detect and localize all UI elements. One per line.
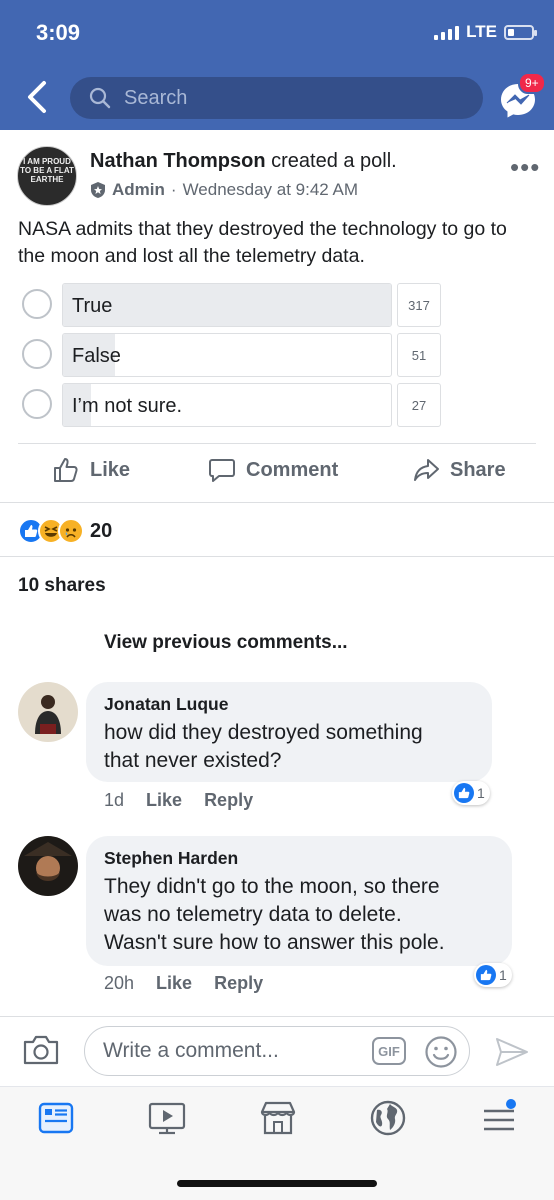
poll-option[interactable]: True 317: [20, 283, 450, 327]
poll-radio[interactable]: [22, 339, 52, 369]
comment-likes-value: 1: [499, 967, 507, 983]
poll-option-bar[interactable]: True: [62, 283, 392, 327]
divider: [18, 443, 536, 444]
shield-icon: [91, 182, 105, 198]
comment-text-line: that never existed?: [104, 749, 282, 772]
back-icon[interactable]: [22, 80, 52, 114]
network-label: LTE: [466, 22, 497, 41]
search-icon: [89, 87, 111, 109]
send-icon[interactable]: [494, 1036, 530, 1068]
poll-option-bar[interactable]: False: [62, 333, 392, 377]
comment-like-button[interactable]: Like: [156, 973, 192, 994]
poll-radio[interactable]: [22, 389, 52, 419]
comment-likes-value: 1: [477, 785, 485, 801]
like-label: Like: [90, 458, 131, 481]
comment-like-count[interactable]: 1: [474, 963, 512, 987]
signal-icon: [434, 25, 460, 40]
reaction-count: 20: [90, 519, 113, 542]
commenter-name[interactable]: Stephen Harden: [104, 848, 494, 869]
comment-icon: [209, 459, 235, 482]
status-indicators: LTE: [434, 22, 537, 42]
more-options-icon[interactable]: •••: [510, 152, 540, 183]
post-action: created a poll.: [265, 150, 397, 172]
poll-vote-count[interactable]: 27: [397, 383, 441, 427]
commenter-name[interactable]: Jonatan Luque: [104, 694, 474, 715]
view-previous-comments[interactable]: View previous comments...: [104, 632, 348, 654]
avatar-text: I AM PROUD TO BE A FLAT EARTHE: [20, 157, 74, 184]
search-placeholder: Search: [124, 86, 188, 109]
emoji-icon[interactable]: [424, 1035, 458, 1069]
comment-text-line: Wasn't sure how to answer this pole.: [104, 931, 445, 954]
poll-option-label: False: [72, 345, 121, 367]
share-icon: [414, 459, 439, 481]
post-headline: Nathan Thompson created a poll.: [90, 150, 397, 173]
thumbs-up-icon: [454, 783, 474, 803]
comment-bubble[interactable]: Jonatan Luque how did they destroyed som…: [86, 682, 492, 782]
post-time[interactable]: Wednesday at 9:42 AM: [183, 180, 358, 200]
poll-option[interactable]: False 51: [20, 333, 450, 377]
sad-reaction-icon: [58, 518, 84, 544]
poll-option-label: True: [72, 295, 113, 317]
divider: [0, 1016, 554, 1017]
comment-age: 1d: [104, 790, 125, 810]
post-meta: Admin · Wednesday at 9:42 AM: [90, 180, 358, 200]
poll-option[interactable]: I’m not sure. 27: [20, 383, 450, 427]
divider: [0, 502, 554, 503]
status-time: 3:09: [36, 20, 81, 45]
admin-label: Admin: [112, 180, 165, 199]
comment-like-count[interactable]: 1: [452, 781, 490, 805]
commenter-avatar[interactable]: [18, 682, 78, 742]
menu-icon[interactable]: [479, 1098, 519, 1138]
thumbs-up-icon: [54, 458, 78, 482]
comment-reply-button[interactable]: Reply: [204, 790, 253, 811]
comment-label: Comment: [246, 458, 339, 481]
shares-count[interactable]: 10 shares: [18, 575, 106, 597]
watch-icon[interactable]: [147, 1098, 187, 1138]
share-button[interactable]: Share: [412, 456, 506, 484]
poll-option-label: I’m not sure.: [72, 395, 183, 417]
comment-reply-button[interactable]: Reply: [214, 973, 263, 994]
meta-separator: ·: [170, 180, 177, 199]
poll-radio[interactable]: [22, 289, 52, 319]
reactions-summary[interactable]: 20: [18, 518, 112, 544]
search-input[interactable]: Search: [70, 77, 483, 119]
comment-meta: 1d Like Reply: [104, 790, 253, 811]
home-indicator: [177, 1180, 377, 1187]
comment-meta: 20h Like Reply: [104, 973, 263, 994]
comment-input[interactable]: Write a comment...: [84, 1026, 470, 1076]
poll-option-bar[interactable]: I’m not sure.: [62, 383, 392, 427]
commenter-avatar[interactable]: [18, 836, 78, 896]
comment-button[interactable]: Comment: [208, 456, 338, 484]
marketplace-icon[interactable]: [258, 1098, 298, 1138]
post-text: NASA admits that they destroyed the tech…: [18, 218, 507, 267]
comment-placeholder: Write a comment...: [103, 1039, 279, 1062]
comment-text-line: was no telemetry data to delete.: [104, 903, 402, 926]
divider: [0, 556, 554, 557]
battery-icon: [504, 24, 537, 40]
poll-vote-count[interactable]: 51: [397, 333, 441, 377]
messenger-badge: 9+: [518, 72, 546, 94]
thumbs-up-icon: [476, 965, 496, 985]
like-button[interactable]: Like: [52, 456, 130, 484]
share-label: Share: [450, 458, 506, 481]
poster-name[interactable]: Nathan Thompson: [90, 150, 266, 172]
poll-vote-count[interactable]: 317: [397, 283, 441, 327]
comment-text-line: how did they destroyed something: [104, 721, 423, 744]
camera-icon[interactable]: [22, 1034, 60, 1066]
comment-text-line: They didn't go to the moon, so there: [104, 875, 440, 898]
news-feed-icon[interactable]: [36, 1098, 76, 1138]
gif-button[interactable]: GIF: [372, 1037, 406, 1065]
comment-age: 20h: [104, 973, 135, 993]
comment-like-button[interactable]: Like: [146, 790, 182, 811]
poster-avatar[interactable]: I AM PROUD TO BE A FLAT EARTHE: [17, 146, 77, 206]
globe-icon[interactable]: [368, 1098, 408, 1138]
comment-bubble[interactable]: Stephen Harden They didn't go to the moo…: [86, 836, 512, 966]
